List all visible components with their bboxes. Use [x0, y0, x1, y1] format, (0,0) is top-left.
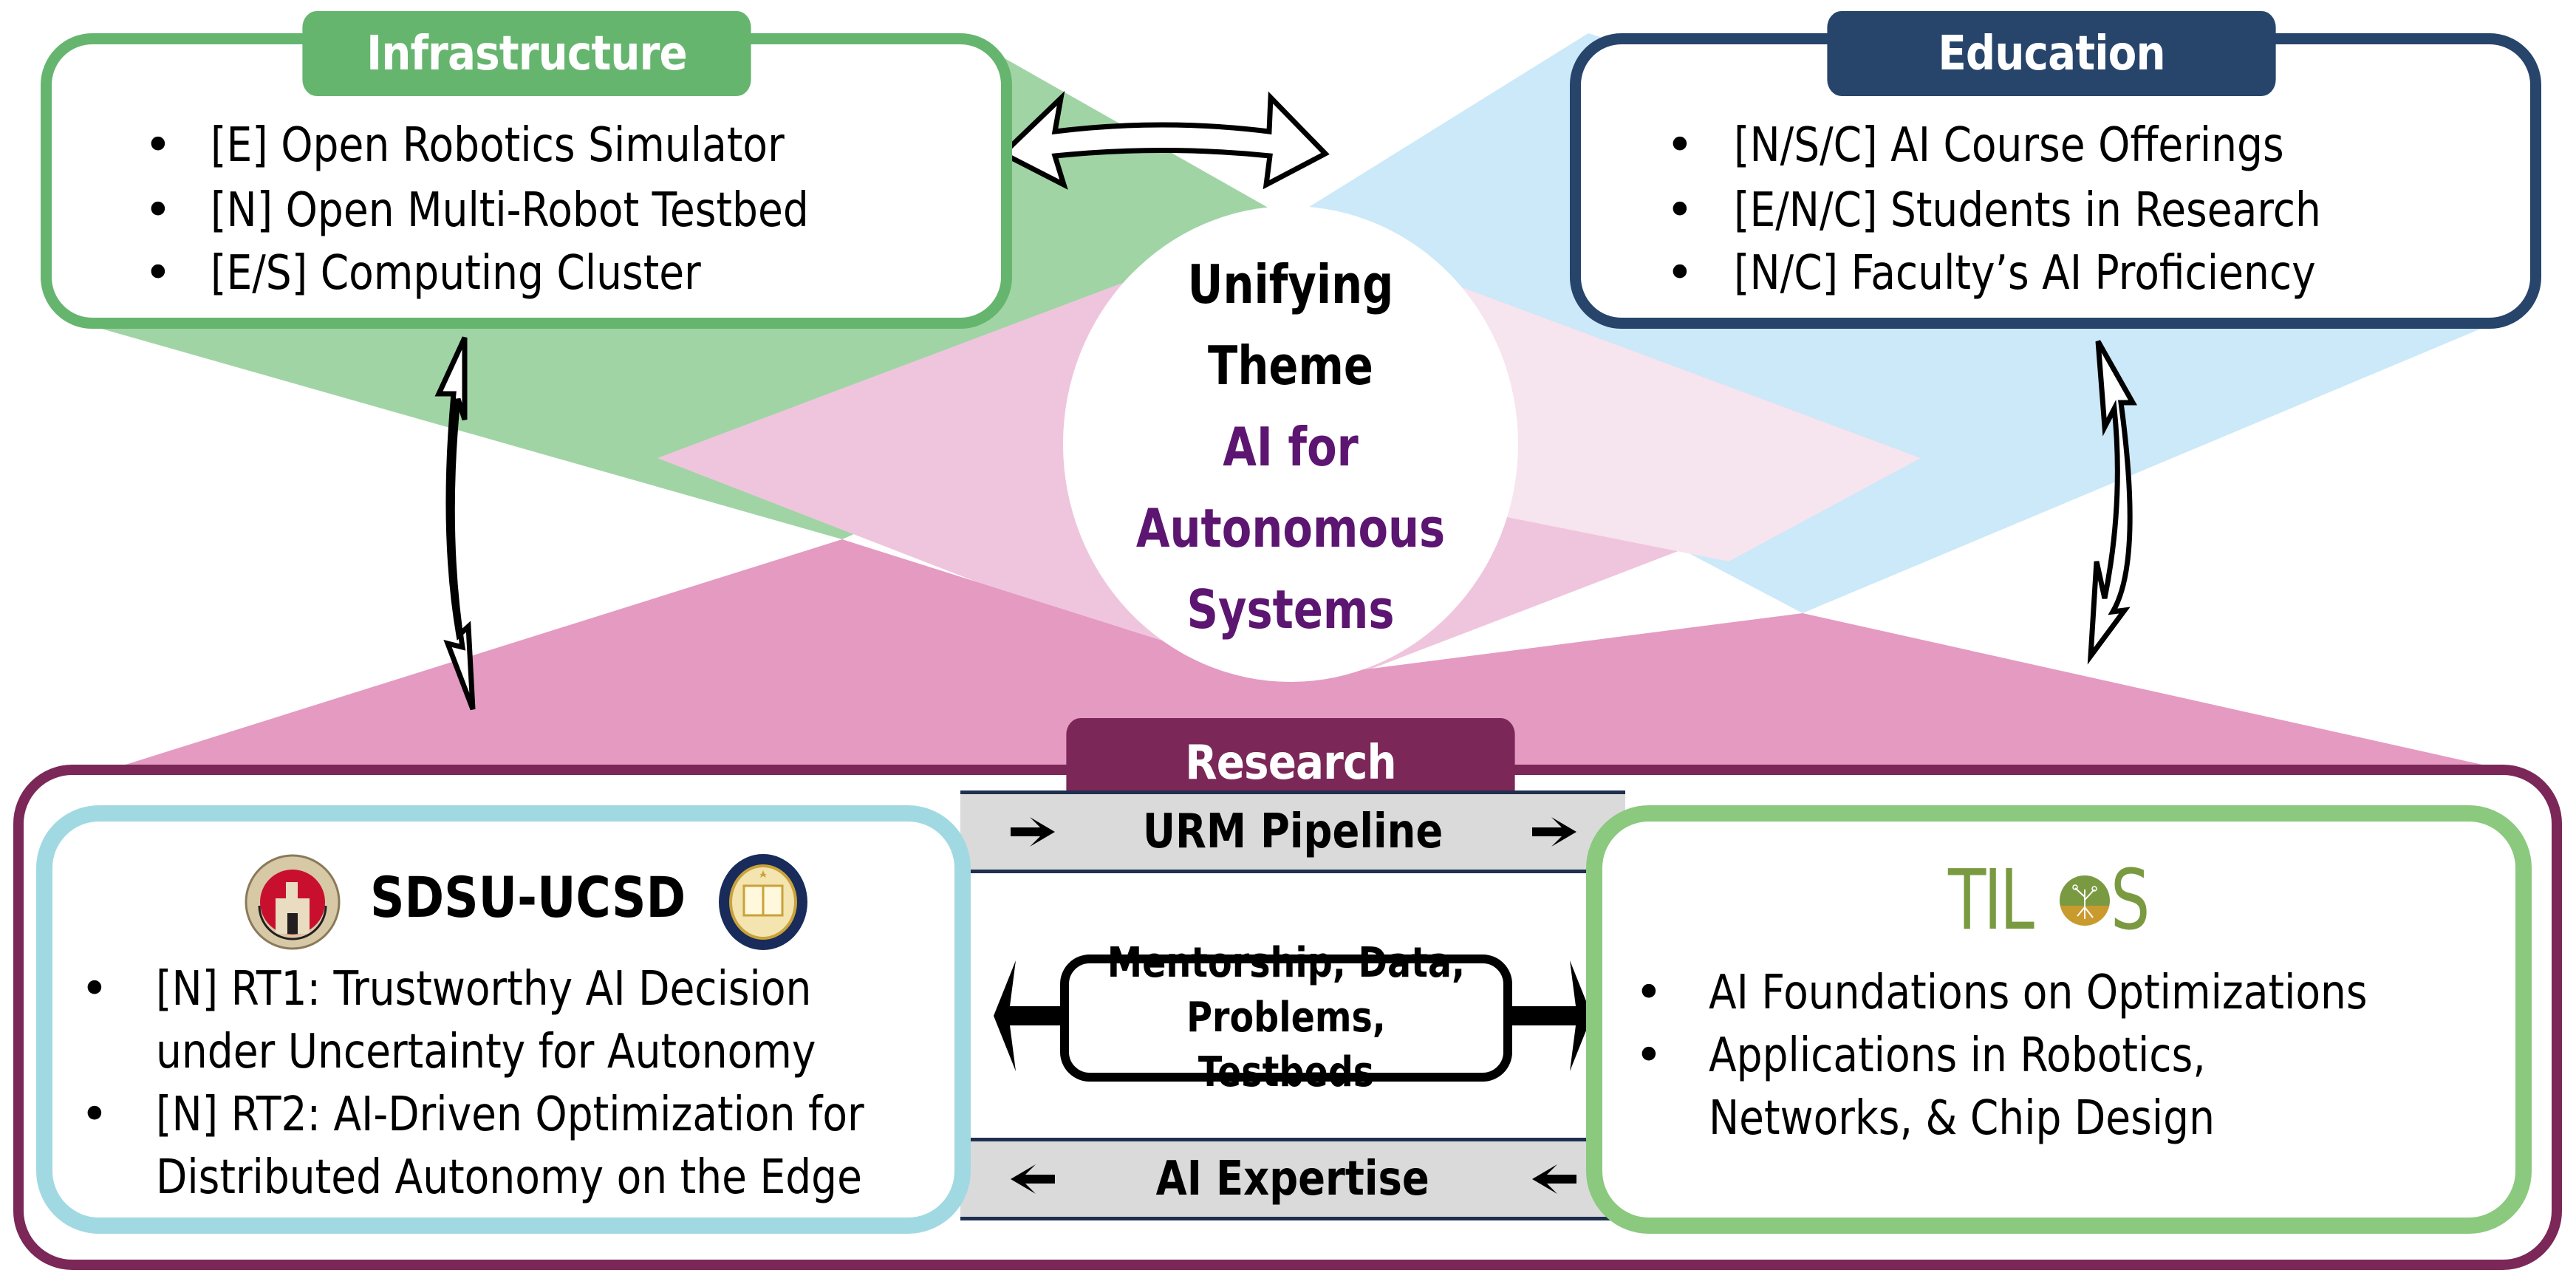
- education-title: Education: [1827, 11, 2276, 96]
- education-item: • [N/C] Faculty’s AI Proficiency: [1666, 246, 2316, 301]
- infrastructure-title: Infrastructure: [302, 11, 751, 96]
- theme-label-2: Theme: [1208, 335, 1373, 397]
- urm-pipeline-band: URM Pipeline: [960, 790, 1625, 873]
- research-topic-item: • [N] RT2: AI-Driven Optimization for Di…: [81, 1084, 980, 1209]
- tilos-tree-icon: [2060, 875, 2110, 926]
- sdsu-ucsd-box: SDSU-UCSD • [N] RT1: Trustworthy AI Deci…: [36, 805, 971, 1234]
- bullet: •: [1666, 118, 1694, 173]
- education-list: • [N/S/C] AI Course Offerings • [E/N/C] …: [1666, 118, 2416, 309]
- sdsu-seal-icon: [245, 854, 341, 950]
- infrastructure-item: • [N] Open Multi-Robot Testbed: [144, 183, 809, 238]
- theme-title-1: AI for: [1223, 416, 1359, 478]
- bullet: •: [81, 1087, 109, 1142]
- tilos-list: • AI Foundations on Optimizations • Appl…: [1635, 962, 2475, 1150]
- sdsu-ucsd-list: • [N] RT1: Trustworthy AI Decision under…: [81, 958, 980, 1209]
- arrow-right-icon: [1011, 817, 1055, 847]
- infrastructure-item: • [E] Open Robotics Simulator: [144, 118, 785, 173]
- arrow-left-icon: [1532, 1164, 1576, 1194]
- sdsu-ucsd-title: SDSU-UCSD: [370, 864, 686, 930]
- bullet: •: [144, 246, 172, 301]
- tilos-box: TIL S • AI Foundations on Optimizations …: [1586, 805, 2532, 1234]
- education-item: • [N/S/C] AI Course Offerings: [1666, 118, 2284, 173]
- bullet: •: [144, 118, 172, 173]
- education-item: • [E/N/C] Students in Research: [1666, 183, 2321, 238]
- exchange-line-2: Problems, Testbeds: [1186, 994, 1386, 1096]
- tilos-item: • Applications in Robotics, Networks, & …: [1635, 1025, 2475, 1150]
- arrow-right-icon: [1532, 817, 1576, 847]
- theme-title-3: Systems: [1186, 578, 1395, 641]
- bullet: •: [1635, 1028, 1663, 1083]
- unifying-theme: Unifying Theme AI for Autonomous Systems: [1069, 244, 1512, 650]
- tilos-logo: TIL S: [1948, 853, 2150, 949]
- bullet: •: [81, 962, 109, 1017]
- ai-expertise-label: AI Expertise: [1155, 1152, 1430, 1206]
- arrow-left-icon: [1011, 1164, 1055, 1194]
- infrastructure-list: • [E] Open Robotics Simulator • [N] Open…: [144, 118, 906, 309]
- theme-title-2: Autonomous: [1135, 497, 1446, 559]
- ai-expertise-band: AI Expertise: [960, 1138, 1625, 1220]
- theme-label-1: Unifying: [1187, 253, 1394, 315]
- exchange-line-1: Mentorship, Data,: [1107, 939, 1466, 987]
- bullet: •: [144, 183, 172, 238]
- bullet: •: [1635, 966, 1663, 1020]
- bullet: •: [1666, 183, 1694, 238]
- research-topic-item: • [N] RT1: Trustworthy AI Decision under…: [81, 958, 980, 1084]
- urm-pipeline-label: URM Pipeline: [1142, 805, 1444, 859]
- tilos-item: • AI Foundations on Optimizations: [1635, 962, 2475, 1025]
- exchange-box: Mentorship, Data, Problems, Testbeds: [1060, 939, 1512, 1096]
- bullet: •: [1666, 246, 1694, 301]
- infrastructure-item: • [E/S] Computing Cluster: [144, 246, 701, 301]
- ucsd-seal-icon: [719, 854, 807, 950]
